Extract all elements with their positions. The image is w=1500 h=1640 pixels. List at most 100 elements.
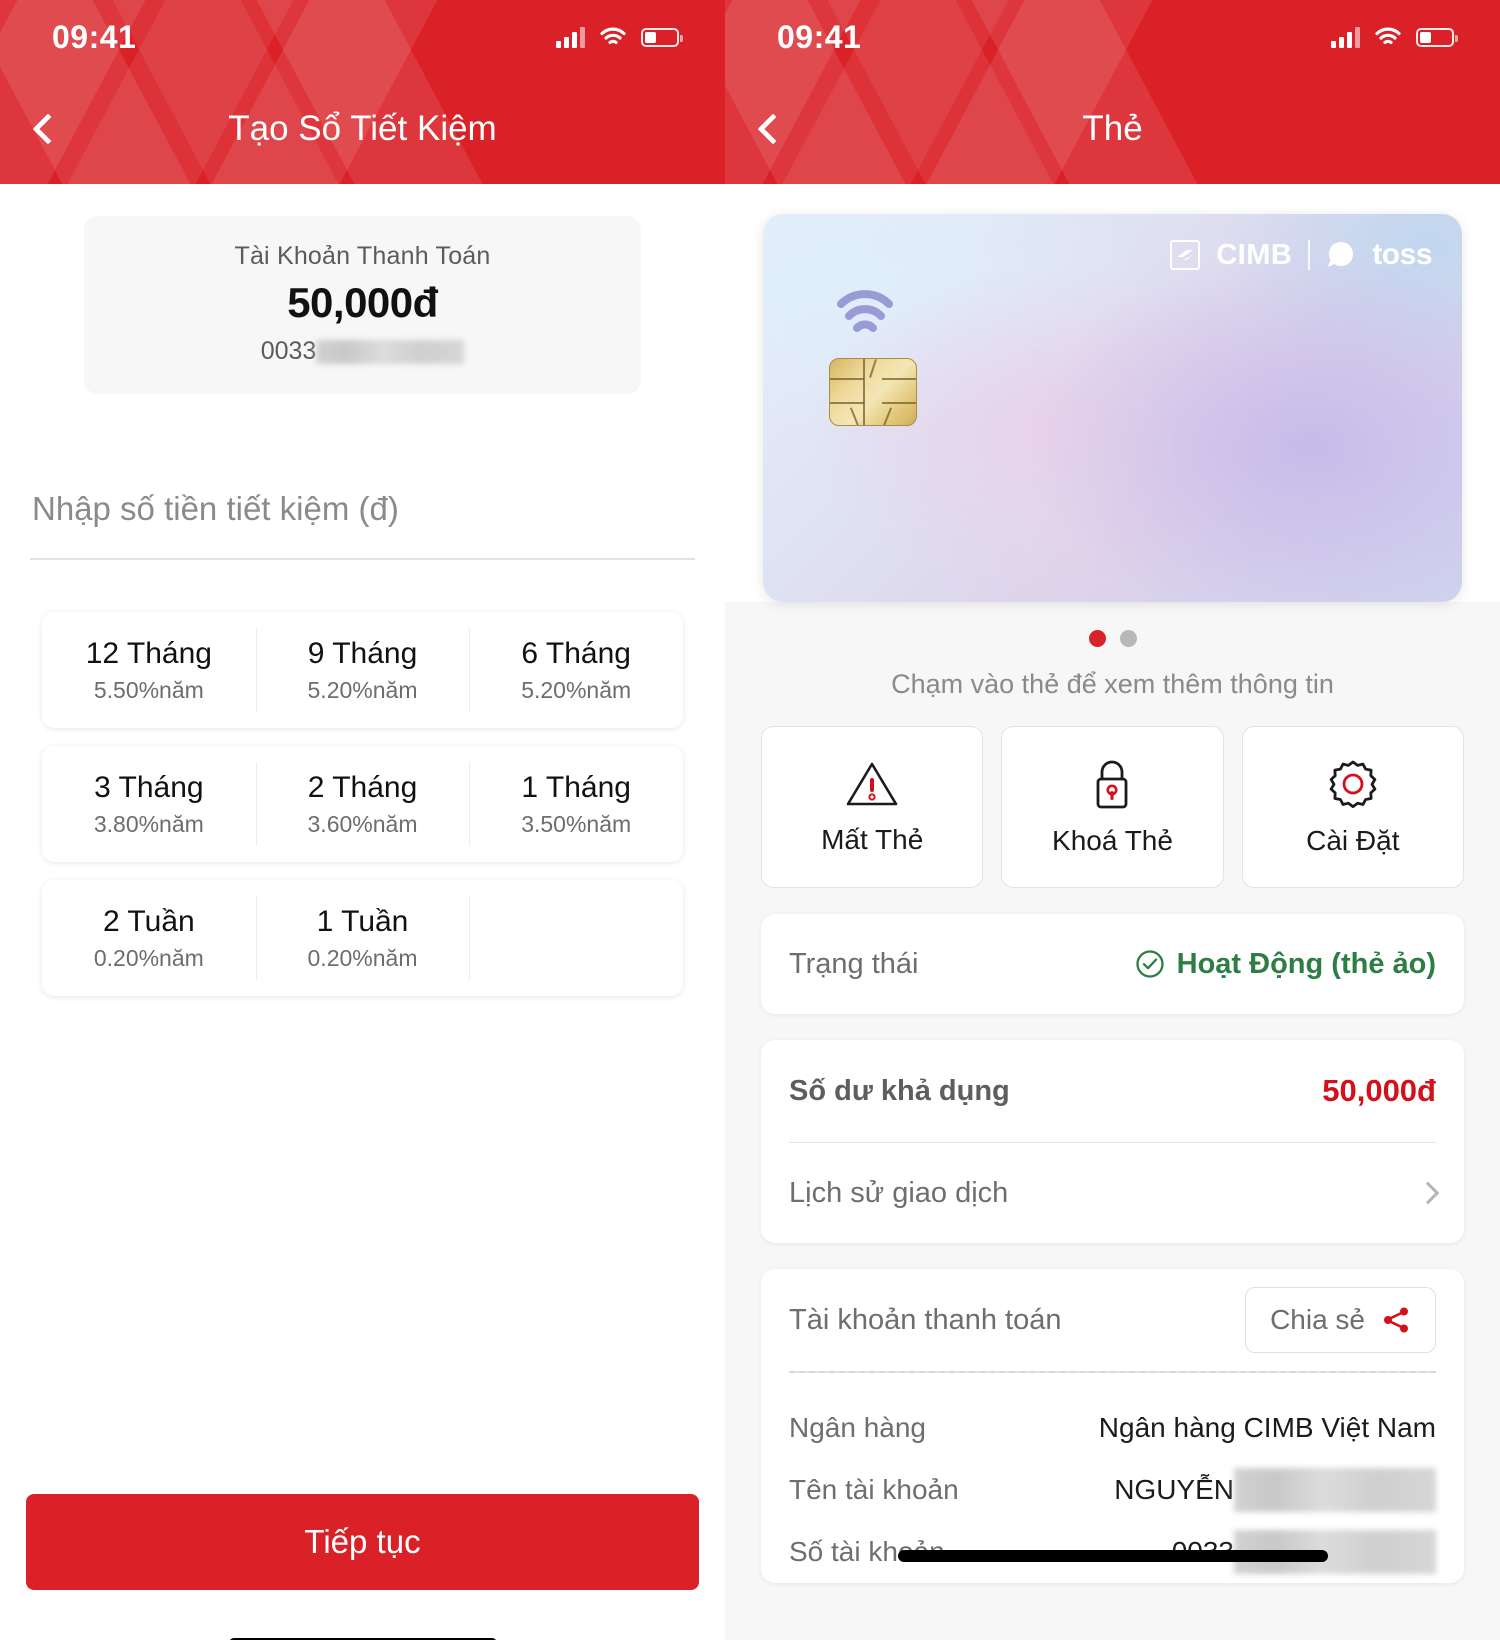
share-button[interactable]: Chia sẻ bbox=[1245, 1287, 1436, 1353]
redaction-blur bbox=[1234, 1468, 1436, 1512]
term-rate: 0.20%năm bbox=[307, 944, 418, 971]
status-row: Trạng thái Hoạt Động (thẻ ảo) bbox=[789, 914, 1436, 1014]
term-option-1-tuan[interactable]: 1 Tuần 0.20%năm bbox=[255, 880, 470, 996]
detail-value-wrap: NGUYỄN bbox=[1114, 1468, 1436, 1512]
status-panel: Trạng thái Hoạt Động (thẻ ảo) bbox=[761, 914, 1464, 1014]
term-option-12-thang[interactable]: 12 Tháng 5.50%năm bbox=[42, 612, 256, 728]
toss-logo-icon bbox=[1326, 240, 1356, 270]
term-name: 12 Tháng bbox=[85, 636, 212, 670]
status-bar: 09:41 bbox=[0, 0, 725, 74]
term-rate: 3.80%năm bbox=[93, 810, 204, 837]
screen-card-detail: 09:41 Thẻ CIMB toss Chạm vào thẻ để xem … bbox=[725, 0, 1500, 1640]
balance-row: Số dư khả dụng 50,000đ bbox=[789, 1040, 1436, 1142]
check-circle-icon bbox=[1135, 950, 1164, 978]
term-row: 12 Tháng 5.50%năm 9 Tháng 5.20%năm 6 Thá… bbox=[42, 612, 683, 728]
term-option-2-tuan[interactable]: 2 Tuần 0.20%năm bbox=[42, 880, 256, 996]
term-row: 3 Tháng 3.80%năm 2 Tháng 3.60%năm 1 Thán… bbox=[42, 746, 683, 862]
card-tap-hint: Chạm vào thẻ để xem thêm thông tin bbox=[891, 669, 1334, 699]
wifi-icon bbox=[599, 26, 627, 48]
status-label: Trạng thái bbox=[789, 947, 919, 980]
bank-card[interactable]: CIMB toss bbox=[763, 214, 1462, 602]
term-rate: 5.50%năm bbox=[93, 676, 204, 703]
term-name: 2 Tuần bbox=[102, 904, 195, 938]
continue-button-wrap: Tiếp tục bbox=[26, 1494, 699, 1590]
term-option-3-thang[interactable]: 3 Tháng 3.80%năm bbox=[42, 746, 256, 862]
term-rate: 5.20%năm bbox=[307, 676, 418, 703]
left-header: 09:41 Tạo Sổ Tiết Kiệm bbox=[0, 0, 725, 184]
action-settings[interactable]: Cài Đặt bbox=[1241, 726, 1464, 888]
battery-icon bbox=[1416, 27, 1458, 47]
contactless-icon bbox=[833, 286, 905, 346]
screen-create-savings: 09:41 Tạo Sổ Tiết Kiệm Tài Khoản Thanh T… bbox=[0, 0, 725, 1640]
account-panel: Tài khoản thanh toán Chia sẻ Ngân hàng N… bbox=[761, 1269, 1464, 1583]
action-report-lost-card[interactable]: Mất Thẻ bbox=[761, 726, 984, 888]
term-name: 3 Tháng bbox=[94, 770, 204, 804]
status-badge: Hoạt Động (thẻ ảo) bbox=[1135, 948, 1436, 981]
detail-label: Ngân hàng bbox=[789, 1412, 927, 1443]
brand-divider bbox=[1308, 240, 1311, 270]
term-name: 1 Tháng bbox=[521, 770, 631, 804]
detail-value: Ngân hàng CIMB Việt Nam bbox=[1098, 1412, 1436, 1443]
balance-label: Số dư khả dụng bbox=[789, 1074, 1010, 1107]
term-rate: 3.60%năm bbox=[307, 810, 418, 837]
right-navbar: Thẻ bbox=[725, 74, 1500, 184]
card-brand-lockup: CIMB toss bbox=[1170, 238, 1432, 272]
field-underline bbox=[30, 558, 695, 560]
page-title: Tạo Sổ Tiết Kiệm bbox=[228, 109, 497, 148]
term-options-grid: 12 Tháng 5.50%năm 9 Tháng 5.20%năm 6 Thá… bbox=[42, 612, 683, 996]
toss-wordmark: toss bbox=[1372, 238, 1432, 271]
savings-amount-placeholder: Nhập số tiền tiết kiệm (đ) bbox=[32, 490, 399, 527]
term-rate: 5.20%năm bbox=[521, 676, 632, 703]
action-label: Mất Thẻ bbox=[821, 824, 924, 855]
detail-label: Tên tài khoản bbox=[789, 1474, 959, 1505]
term-name: 9 Tháng bbox=[307, 636, 418, 670]
chevron-left-icon bbox=[32, 113, 64, 145]
action-lock-card[interactable]: Khoá Thẻ bbox=[1001, 726, 1224, 888]
back-button[interactable] bbox=[725, 74, 821, 184]
share-label: Chia sẻ bbox=[1270, 1304, 1365, 1335]
term-option-1-thang[interactable]: 1 Tháng 3.50%năm bbox=[469, 746, 683, 862]
gear-icon bbox=[1329, 760, 1377, 808]
detail-row-account-name: Tên tài khoản NGUYỄN bbox=[789, 1459, 1436, 1521]
savings-amount-field[interactable]: Nhập số tiền tiết kiệm (đ) bbox=[30, 490, 695, 560]
term-name: 2 Tháng bbox=[307, 770, 418, 804]
action-label: Cài Đặt bbox=[1306, 825, 1400, 856]
share-icon bbox=[1384, 1307, 1408, 1333]
lock-icon bbox=[1097, 760, 1128, 809]
redaction-blur bbox=[316, 339, 465, 364]
status-bar-icons bbox=[556, 26, 683, 48]
status-bar: 09:41 bbox=[725, 0, 1500, 74]
term-option-9-thang[interactable]: 9 Tháng 5.20%năm bbox=[255, 612, 470, 728]
home-indicator bbox=[897, 1550, 1328, 1562]
right-header: 09:41 Thẻ bbox=[725, 0, 1500, 184]
source-account-number: 0033 bbox=[104, 337, 621, 366]
status-bar-icons bbox=[1331, 26, 1458, 48]
carousel-dot-2[interactable] bbox=[1119, 630, 1137, 647]
left-navbar: Tạo Sổ Tiết Kiệm bbox=[0, 74, 725, 184]
page-title: Thẻ bbox=[1082, 109, 1143, 148]
cellular-signal-icon bbox=[556, 26, 585, 48]
account-panel-header: Tài khoản thanh toán Chia sẻ bbox=[789, 1269, 1436, 1371]
term-option-6-thang[interactable]: 6 Tháng 5.20%năm bbox=[469, 612, 683, 728]
continue-button[interactable]: Tiếp tục bbox=[26, 1494, 699, 1590]
wifi-icon bbox=[1374, 26, 1402, 48]
left-body: Tài Khoản Thanh Toán 50,000đ 0033 Nhập s… bbox=[0, 216, 725, 1640]
status-value: Hoạt Động (thẻ ảo) bbox=[1176, 947, 1436, 980]
term-option-empty bbox=[469, 880, 683, 996]
carousel-dots bbox=[725, 602, 1500, 647]
transaction-history-label: Lịch sử giao dịch bbox=[789, 1176, 1009, 1209]
back-button[interactable] bbox=[0, 74, 96, 184]
transaction-history-row[interactable]: Lịch sử giao dịch bbox=[789, 1143, 1440, 1243]
term-rate: 0.20%năm bbox=[93, 944, 204, 971]
term-option-2-thang[interactable]: 2 Tháng 3.60%năm bbox=[255, 746, 470, 862]
dashed-divider bbox=[789, 1371, 1436, 1373]
chevron-right-icon bbox=[1416, 1181, 1440, 1205]
source-account-number-visible: 0033 bbox=[260, 337, 317, 365]
right-body: CIMB toss Chạm vào thẻ để xem thêm thông… bbox=[725, 184, 1500, 1640]
battery-icon bbox=[641, 27, 683, 47]
card-actions: Mất Thẻ Khoá Thẻ Cài Đặt bbox=[725, 704, 1500, 888]
carousel-dot-1[interactable] bbox=[1088, 630, 1106, 647]
source-account-card[interactable]: Tài Khoản Thanh Toán 50,000đ 0033 bbox=[84, 216, 641, 394]
source-account-label: Tài Khoản Thanh Toán bbox=[234, 242, 491, 270]
term-row: 2 Tuần 0.20%năm 1 Tuần 0.20%năm bbox=[42, 880, 683, 996]
